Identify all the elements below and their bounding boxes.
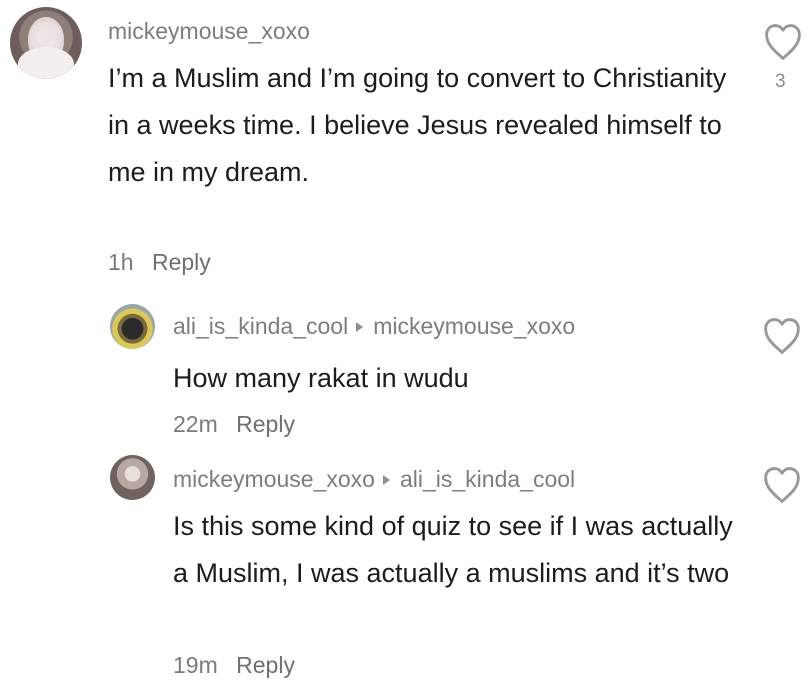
comment-username[interactable]: mickeymouse_xoxo — [108, 18, 310, 45]
comment-text: I’m a Muslim and I’m going to convert to… — [108, 63, 727, 187]
avatar[interactable] — [110, 455, 155, 500]
reply-username-line: ali_is_kinda_cool mickeymouse_xoxo — [173, 313, 575, 340]
reply-arrow-icon — [382, 474, 390, 485]
comment-username[interactable]: mickeymouse_xoxo — [173, 466, 375, 492]
comment-meta: 22m Reply — [173, 411, 295, 438]
comment-meta: 1h Reply — [108, 249, 211, 276]
like-count: 3 — [775, 71, 786, 92]
comment-time: 19m — [173, 652, 218, 678]
reply-to-username[interactable]: ali_is_kinda_cool — [400, 466, 575, 492]
reply-button[interactable]: Reply — [236, 652, 295, 678]
comment-text: How many rakat in wudu — [173, 363, 469, 393]
reply-username-line: mickeymouse_xoxo ali_is_kinda_cool — [173, 466, 575, 493]
heart-icon[interactable] — [761, 22, 805, 62]
comment-username[interactable]: ali_is_kinda_cool — [173, 313, 348, 339]
comment-time: 1h — [108, 249, 134, 275]
comment-text: Is this some kind of quiz to see if I wa… — [173, 511, 733, 588]
avatar[interactable] — [110, 304, 155, 349]
heart-icon[interactable] — [760, 465, 804, 505]
comment-meta: 19m Reply — [173, 652, 295, 679]
heart-icon[interactable] — [760, 316, 804, 356]
reply-arrow-icon — [356, 321, 364, 332]
reply-button[interactable]: Reply — [152, 249, 211, 275]
reply-to-username[interactable]: mickeymouse_xoxo — [373, 313, 575, 339]
reply-button[interactable]: Reply — [236, 411, 295, 437]
comment-time: 22m — [173, 411, 218, 437]
avatar[interactable] — [10, 7, 82, 79]
